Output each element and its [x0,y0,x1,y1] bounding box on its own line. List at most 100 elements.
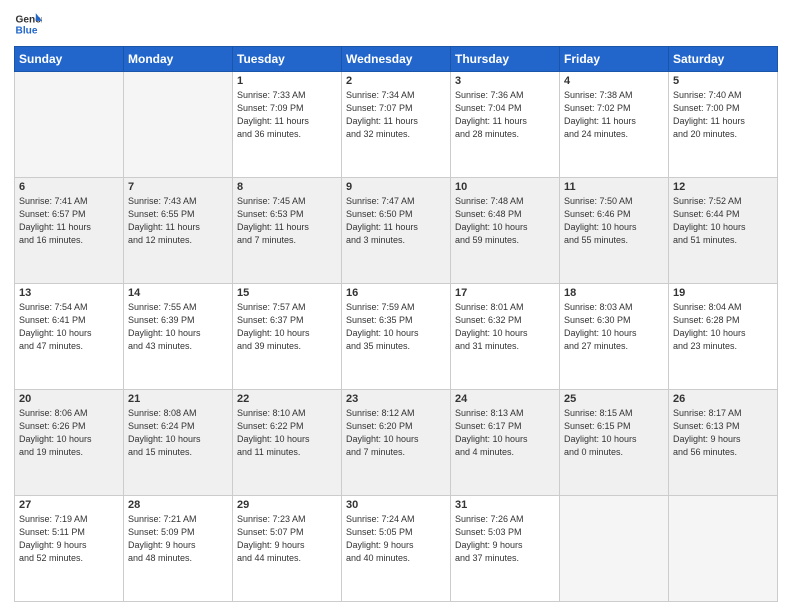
calendar-cell: 14 Sunrise: 7:55 AM Sunset: 6:39 PM Dayli… [124,284,233,390]
day-number: 27 [19,499,119,511]
day-info: Sunrise: 7:24 AM Sunset: 5:05 PM Dayligh… [346,513,446,565]
day-number: 12 [673,181,773,193]
calendar-cell: 11 Sunrise: 7:50 AM Sunset: 6:46 PM Dayli… [560,178,669,284]
calendar-cell: 4 Sunrise: 7:38 AM Sunset: 7:02 PM Daylig… [560,72,669,178]
calendar-cell: 6 Sunrise: 7:41 AM Sunset: 6:57 PM Daylig… [15,178,124,284]
day-number: 19 [673,287,773,299]
day-info: Sunrise: 7:19 AM Sunset: 5:11 PM Dayligh… [19,513,119,565]
day-info: Sunrise: 7:52 AM Sunset: 6:44 PM Dayligh… [673,195,773,247]
day-info: Sunrise: 8:03 AM Sunset: 6:30 PM Dayligh… [564,301,664,353]
day-info: Sunrise: 8:15 AM Sunset: 6:15 PM Dayligh… [564,407,664,459]
day-number: 17 [455,287,555,299]
calendar-cell: 17 Sunrise: 8:01 AM Sunset: 6:32 PM Dayli… [451,284,560,390]
logo-icon: General Blue [14,10,42,38]
day-info: Sunrise: 8:01 AM Sunset: 6:32 PM Dayligh… [455,301,555,353]
day-number: 10 [455,181,555,193]
calendar-cell: 19 Sunrise: 8:04 AM Sunset: 6:28 PM Dayli… [669,284,778,390]
day-info: Sunrise: 7:41 AM Sunset: 6:57 PM Dayligh… [19,195,119,247]
day-info: Sunrise: 8:12 AM Sunset: 6:20 PM Dayligh… [346,407,446,459]
day-number: 4 [564,75,664,87]
calendar-cell: 1 Sunrise: 7:33 AM Sunset: 7:09 PM Daylig… [233,72,342,178]
calendar-cell: 27 Sunrise: 7:19 AM Sunset: 5:11 PM Dayli… [15,496,124,602]
day-number: 5 [673,75,773,87]
day-number: 15 [237,287,337,299]
calendar-cell: 29 Sunrise: 7:23 AM Sunset: 5:07 PM Dayli… [233,496,342,602]
day-info: Sunrise: 7:57 AM Sunset: 6:37 PM Dayligh… [237,301,337,353]
calendar-cell: 20 Sunrise: 8:06 AM Sunset: 6:26 PM Dayli… [15,390,124,496]
day-number: 6 [19,181,119,193]
day-info: Sunrise: 7:43 AM Sunset: 6:55 PM Dayligh… [128,195,228,247]
calendar-cell [669,496,778,602]
calendar-cell: 12 Sunrise: 7:52 AM Sunset: 6:44 PM Dayli… [669,178,778,284]
day-number: 25 [564,393,664,405]
day-number: 2 [346,75,446,87]
calendar-table: SundayMondayTuesdayWednesdayThursdayFrid… [14,46,778,602]
calendar-cell: 8 Sunrise: 7:45 AM Sunset: 6:53 PM Daylig… [233,178,342,284]
calendar-cell: 5 Sunrise: 7:40 AM Sunset: 7:00 PM Daylig… [669,72,778,178]
day-number: 24 [455,393,555,405]
day-info: Sunrise: 7:55 AM Sunset: 6:39 PM Dayligh… [128,301,228,353]
weekday-header-saturday: Saturday [669,47,778,72]
day-number: 9 [346,181,446,193]
day-number: 14 [128,287,228,299]
day-info: Sunrise: 8:08 AM Sunset: 6:24 PM Dayligh… [128,407,228,459]
day-number: 31 [455,499,555,511]
day-number: 8 [237,181,337,193]
day-number: 20 [19,393,119,405]
calendar-cell: 28Sunrise: 7:21 AM Sunset: 5:09 PM Dayli… [124,496,233,602]
day-info: Sunrise: 8:10 AM Sunset: 6:22 PM Dayligh… [237,407,337,459]
day-number: 3 [455,75,555,87]
calendar-cell: 3Sunrise: 7:36 AM Sunset: 7:04 PM Daylig… [451,72,560,178]
day-info: Sunrise: 7:59 AM Sunset: 6:35 PM Dayligh… [346,301,446,353]
day-number: 28 [128,499,228,511]
calendar-week-row: 6 Sunrise: 7:41 AM Sunset: 6:57 PM Daylig… [15,178,778,284]
weekday-header-monday: Monday [124,47,233,72]
day-number: 30 [346,499,446,511]
day-info: Sunrise: 7:23 AM Sunset: 5:07 PM Dayligh… [237,513,337,565]
day-info: Sunrise: 7:40 AM Sunset: 7:00 PM Dayligh… [673,89,773,141]
svg-text:Blue: Blue [16,25,38,36]
day-info: Sunrise: 7:45 AM Sunset: 6:53 PM Dayligh… [237,195,337,247]
day-info: Sunrise: 7:38 AM Sunset: 7:02 PM Dayligh… [564,89,664,141]
day-info: Sunrise: 7:33 AM Sunset: 7:09 PM Dayligh… [237,89,337,141]
day-info: Sunrise: 7:48 AM Sunset: 6:48 PM Dayligh… [455,195,555,247]
day-info: Sunrise: 7:47 AM Sunset: 6:50 PM Dayligh… [346,195,446,247]
calendar-cell: 25 Sunrise: 8:15 AM Sunset: 6:15 PM Dayli… [560,390,669,496]
day-info: Sunrise: 7:54 AM Sunset: 6:41 PM Dayligh… [19,301,119,353]
calendar-week-row: 20 Sunrise: 8:06 AM Sunset: 6:26 PM Dayli… [15,390,778,496]
logo: General Blue [14,10,42,38]
calendar-cell [560,496,669,602]
day-info: Sunrise: 8:06 AM Sunset: 6:26 PM Dayligh… [19,407,119,459]
day-number: 29 [237,499,337,511]
calendar-week-row: 13Sunrise: 7:54 AM Sunset: 6:41 PM Dayli… [15,284,778,390]
day-number: 22 [237,393,337,405]
day-info: Sunrise: 7:50 AM Sunset: 6:46 PM Dayligh… [564,195,664,247]
day-number: 23 [346,393,446,405]
calendar-cell [15,72,124,178]
calendar-cell: 31Sunrise: 7:26 AM Sunset: 5:03 PM Dayli… [451,496,560,602]
calendar-cell: 24 Sunrise: 8:13 AM Sunset: 6:17 PM Dayli… [451,390,560,496]
day-number: 18 [564,287,664,299]
calendar-cell: 26Sunrise: 8:17 AM Sunset: 6:13 PM Dayli… [669,390,778,496]
calendar-cell: 10 Sunrise: 7:48 AM Sunset: 6:48 PM Dayli… [451,178,560,284]
weekday-header-thursday: Thursday [451,47,560,72]
day-number: 11 [564,181,664,193]
page-header: General Blue [14,10,778,38]
weekday-header-wednesday: Wednesday [342,47,451,72]
weekday-header-tuesday: Tuesday [233,47,342,72]
day-info: Sunrise: 8:17 AM Sunset: 6:13 PM Dayligh… [673,407,773,459]
day-number: 1 [237,75,337,87]
calendar-cell: 23 Sunrise: 8:12 AM Sunset: 6:20 PM Dayli… [342,390,451,496]
weekday-header-sunday: Sunday [15,47,124,72]
calendar-cell: 7Sunrise: 7:43 AM Sunset: 6:55 PM Daylig… [124,178,233,284]
calendar-cell [124,72,233,178]
calendar-cell: 9 Sunrise: 7:47 AM Sunset: 6:50 PM Daylig… [342,178,451,284]
calendar-cell: 16 Sunrise: 7:59 AM Sunset: 6:35 PM Dayli… [342,284,451,390]
day-info: Sunrise: 8:13 AM Sunset: 6:17 PM Dayligh… [455,407,555,459]
day-info: Sunrise: 8:04 AM Sunset: 6:28 PM Dayligh… [673,301,773,353]
calendar-cell: 30 Sunrise: 7:24 AM Sunset: 5:05 PM Dayli… [342,496,451,602]
weekday-header-friday: Friday [560,47,669,72]
day-number: 16 [346,287,446,299]
calendar-week-row: 1 Sunrise: 7:33 AM Sunset: 7:09 PM Daylig… [15,72,778,178]
calendar-cell: 2Sunrise: 7:34 AM Sunset: 7:07 PM Daylig… [342,72,451,178]
